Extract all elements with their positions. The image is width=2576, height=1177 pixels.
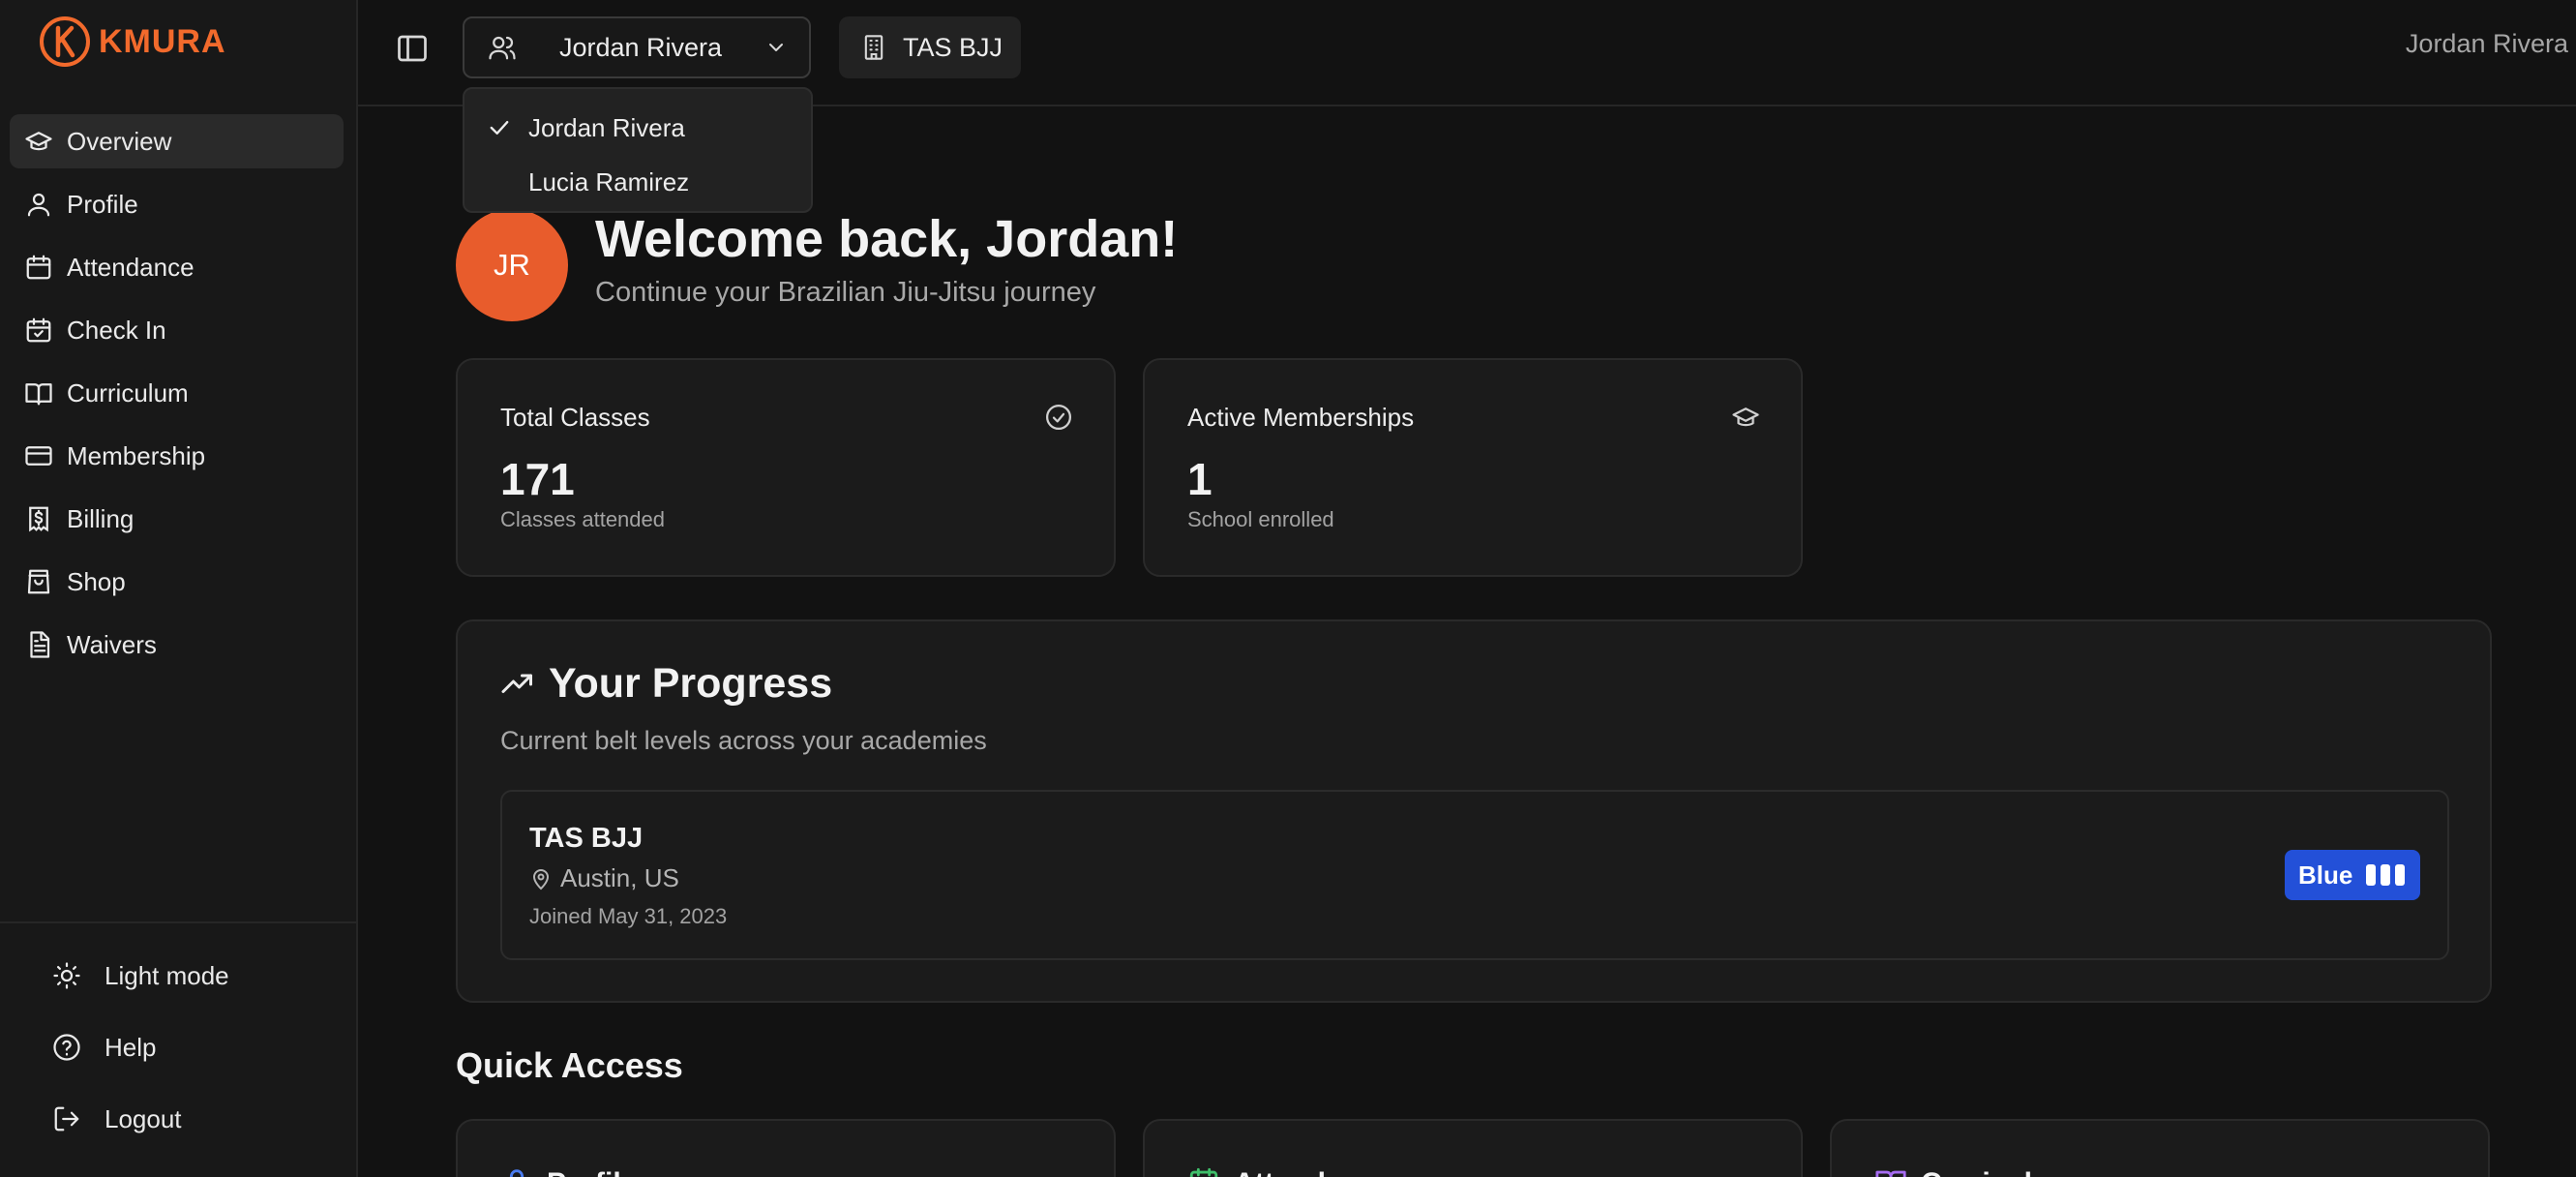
sidebar-footer: Light mode Help Logout xyxy=(0,921,356,1177)
sidebar-item-check-in[interactable]: Check In xyxy=(10,303,344,357)
user-icon xyxy=(509,1169,524,1177)
page-subtitle: Continue your Brazilian Jiu-Jitsu journe… xyxy=(595,277,1096,308)
dropdown-option-lucia-ramirez[interactable]: Lucia Ramirez xyxy=(464,155,811,209)
file-text-icon xyxy=(30,631,50,658)
quick-access-label: Profile xyxy=(547,1167,637,1177)
stat-card-active-memberships: Active Memberships 1 School enrolled xyxy=(1143,358,1803,577)
stat-title: Total Classes xyxy=(500,403,650,432)
sidebar-item-label: Profile xyxy=(67,189,138,219)
stat-caption: Classes attended xyxy=(500,507,665,531)
light-mode-label: Light mode xyxy=(105,960,229,990)
book-open-icon xyxy=(1875,1170,1906,1177)
stat-caption: School enrolled xyxy=(1187,507,1334,531)
belt-stripe xyxy=(2395,864,2406,886)
user-icon xyxy=(27,193,50,217)
sidebar-item-curriculum[interactable]: Curriculum xyxy=(10,366,344,420)
quick-access-curriculum[interactable]: Curriculum xyxy=(1830,1119,2490,1177)
academy-row[interactable]: TAS BJJ Austin, US Joined May 31, 2023 B… xyxy=(500,790,2449,960)
sidebar-item-label: Curriculum xyxy=(67,377,189,407)
progress-card: Your Progress Current belt levels across… xyxy=(456,619,2492,1003)
help-circle-icon xyxy=(53,1034,80,1061)
sidebar: KMURA Overview Profile Attendance Check … xyxy=(0,0,358,1177)
sidebar-item-label: Shop xyxy=(67,566,126,596)
logout-button[interactable]: Logout xyxy=(0,1092,356,1146)
progress-title: Your Progress xyxy=(549,660,833,707)
school-label: TAS BJJ xyxy=(903,32,1003,62)
sidebar-item-billing[interactable]: Billing xyxy=(10,492,344,546)
main-content: JR Welcome back, Jordan! Continue your B… xyxy=(358,106,2576,1177)
book-open-icon xyxy=(25,383,52,406)
map-pin-icon xyxy=(532,868,550,890)
sidebar-item-label: Attendance xyxy=(67,252,195,282)
dropdown-option-jordan-rivera[interactable]: Jordan Rivera xyxy=(464,101,811,155)
sidebar-item-label: Overview xyxy=(67,126,172,156)
academy-joined-date: Joined May 31, 2023 xyxy=(529,904,728,928)
help-label: Help xyxy=(105,1032,157,1062)
student-select-value: Jordan Rivera xyxy=(558,32,723,62)
stat-card-total-classes: Total Classes 171 Classes attended xyxy=(456,358,1116,577)
stat-value: 171 xyxy=(500,454,575,504)
stat-value: 1 xyxy=(1187,454,1213,504)
quick-access-label: Curriculum xyxy=(1921,1167,2076,1177)
belt-badge: Blue xyxy=(2285,850,2420,900)
quick-access-profile[interactable]: Profile xyxy=(456,1119,1116,1177)
calendar-check-icon xyxy=(26,317,51,343)
kmura-logo-icon xyxy=(40,16,90,67)
sidebar-nav: Overview Profile Attendance Check In Cur… xyxy=(10,114,344,680)
stat-title: Active Memberships xyxy=(1187,403,1415,432)
sun-icon xyxy=(53,962,80,989)
sidebar-item-membership[interactable]: Membership xyxy=(10,429,344,483)
sidebar-item-profile[interactable]: Profile xyxy=(10,177,344,231)
student-select[interactable]: Jordan Rivera xyxy=(463,16,811,78)
calendar-icon xyxy=(1189,1167,1218,1177)
sidebar-item-waivers[interactable]: Waivers xyxy=(10,618,344,672)
sidebar-item-label: Waivers xyxy=(67,629,157,659)
quick-access-title: Quick Access xyxy=(456,1045,683,1085)
academy-location: Austin, US xyxy=(529,863,679,893)
quick-access-label: Attendance xyxy=(1234,1167,1392,1177)
graduation-cap-icon xyxy=(1732,407,1759,427)
logout-icon xyxy=(54,1106,79,1132)
receipt-dollar-icon xyxy=(29,506,48,532)
calendar-icon xyxy=(26,255,51,280)
sidebar-item-label: Billing xyxy=(67,503,135,533)
academy-name: TAS BJJ xyxy=(529,823,644,854)
brand-name: KMURA xyxy=(99,22,226,60)
dropdown-option-label: Lucia Ramirez xyxy=(528,166,690,196)
progress-description: Current belt levels across your academie… xyxy=(500,726,987,755)
belt-label: Blue xyxy=(2298,860,2353,890)
avatar: JR xyxy=(456,209,568,321)
light-mode-button[interactable]: Light mode xyxy=(0,949,356,1003)
belt-stripe xyxy=(2381,864,2391,886)
dropdown-option-label: Jordan Rivera xyxy=(528,112,685,142)
sidebar-item-overview[interactable]: Overview xyxy=(10,114,344,168)
student-dropdown-menu: Jordan Rivera Lucia Ramirez xyxy=(463,87,813,213)
trending-up-icon xyxy=(501,674,532,693)
brand-logo[interactable]: KMURA xyxy=(37,14,226,70)
avatar-initials: JR xyxy=(494,248,530,282)
logout-label: Logout xyxy=(105,1103,182,1133)
graduation-cap-icon xyxy=(25,132,52,151)
building-icon xyxy=(864,35,884,60)
belt-stripes xyxy=(2366,864,2406,886)
help-button[interactable]: Help xyxy=(0,1020,356,1074)
current-user-name: Jordan Rivera xyxy=(2405,29,2568,58)
sidebar-item-attendance[interactable]: Attendance xyxy=(10,240,344,294)
progress-header: Your Progress xyxy=(500,660,832,708)
chevron-down-icon xyxy=(769,44,783,51)
credit-card-icon xyxy=(25,446,52,466)
school-button[interactable]: TAS BJJ xyxy=(839,16,1021,78)
sidebar-toggle-icon[interactable] xyxy=(395,31,430,66)
shopping-bag-icon xyxy=(27,569,50,594)
sidebar-item-shop[interactable]: Shop xyxy=(10,555,344,609)
check-circle-icon xyxy=(1046,405,1071,430)
page-title: Welcome back, Jordan! xyxy=(595,210,1179,268)
users-icon xyxy=(489,36,516,60)
belt-stripe xyxy=(2366,864,2377,886)
academy-location-text: Austin, US xyxy=(560,863,679,892)
quick-access-attendance[interactable]: Attendance xyxy=(1143,1119,1803,1177)
sidebar-item-label: Membership xyxy=(67,440,206,470)
sidebar-item-label: Check In xyxy=(67,315,166,345)
check-icon xyxy=(490,121,509,135)
